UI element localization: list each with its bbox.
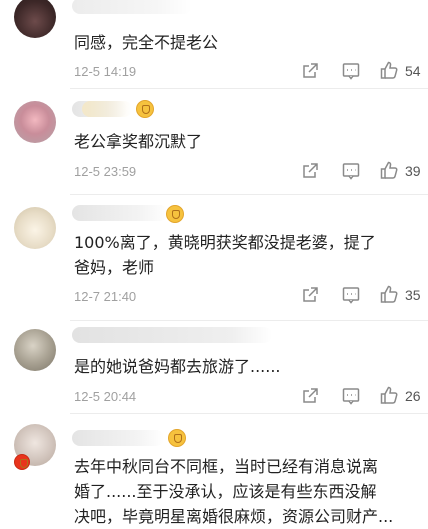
share-icon[interactable] — [300, 161, 320, 181]
vip-badge-icon — [166, 205, 184, 223]
thumbs-up-icon[interactable] — [379, 284, 399, 304]
avatar[interactable] — [14, 0, 56, 38]
avatar[interactable] — [14, 101, 56, 143]
avatar[interactable] — [14, 329, 56, 371]
username[interactable] — [72, 327, 272, 343]
comment-time: 12-5 23:59 — [74, 164, 137, 179]
comment-time: 12-7 21:40 — [74, 289, 137, 304]
comment-text: 老公拿奖都沉默了 — [74, 132, 203, 151]
like-count: 54 — [405, 63, 421, 79]
share-icon[interactable] — [300, 386, 320, 406]
thumbs-up-icon[interactable] — [379, 385, 399, 405]
comment-text: 爸妈，老师 — [74, 258, 155, 277]
comment-time: 12-5 14:19 — [74, 64, 137, 79]
comment-icon[interactable] — [341, 386, 361, 406]
comment-icon[interactable] — [341, 285, 361, 305]
comment-icon[interactable] — [341, 161, 361, 181]
share-icon[interactable] — [300, 285, 320, 305]
comment-item: 同感，完全不提老公 12-5 14:19 54 — [0, 0, 428, 88]
comment-text: 去年中秋同台不同框，当时已经有消息说离 — [74, 457, 379, 476]
comment-time: 12-5 20:44 — [74, 389, 137, 404]
like-count: 26 — [405, 388, 421, 404]
comment-item: 是的她说爸妈都去旅游了...... 12-5 20:44 26 — [0, 321, 428, 413]
comment-item: 去年中秋同台不同框，当时已经有消息说离 婚了......至于没承认，应该是有些东… — [0, 414, 428, 526]
thumbs-up-icon[interactable] — [379, 60, 399, 80]
vip-badge-icon — [136, 100, 154, 118]
comment-text: 是的她说爸妈都去旅游了...... — [74, 357, 281, 376]
username[interactable] — [72, 430, 164, 446]
like-count: 35 — [405, 287, 421, 303]
vip-badge-icon — [168, 429, 186, 447]
comment-item: 100%离了，黄晓明获奖都没提老婆，提了 爸妈，老师 12-7 21:40 35 — [0, 195, 428, 320]
comment-icon[interactable] — [341, 61, 361, 81]
share-icon[interactable] — [300, 61, 320, 81]
vip-badge-icon — [14, 454, 30, 470]
username[interactable] — [72, 0, 192, 14]
comment-item: 老公拿奖都沉默了 12-5 23:59 39 — [0, 89, 428, 194]
like-count: 39 — [405, 163, 421, 179]
comment-text: 决吧，毕竟明星离婚很麻烦，资源公司财产... — [74, 507, 394, 526]
comment-text: 婚了......至于没承认，应该是有些东西没解 — [74, 482, 377, 501]
username[interactable] — [72, 205, 168, 221]
thumbs-up-icon[interactable] — [379, 160, 399, 180]
comment-text: 100%离了，黄晓明获奖都没提老婆，提了 — [74, 233, 376, 252]
comment-text: 同感，完全不提老公 — [74, 33, 219, 52]
username[interactable] — [82, 101, 132, 117]
avatar[interactable] — [14, 207, 56, 249]
